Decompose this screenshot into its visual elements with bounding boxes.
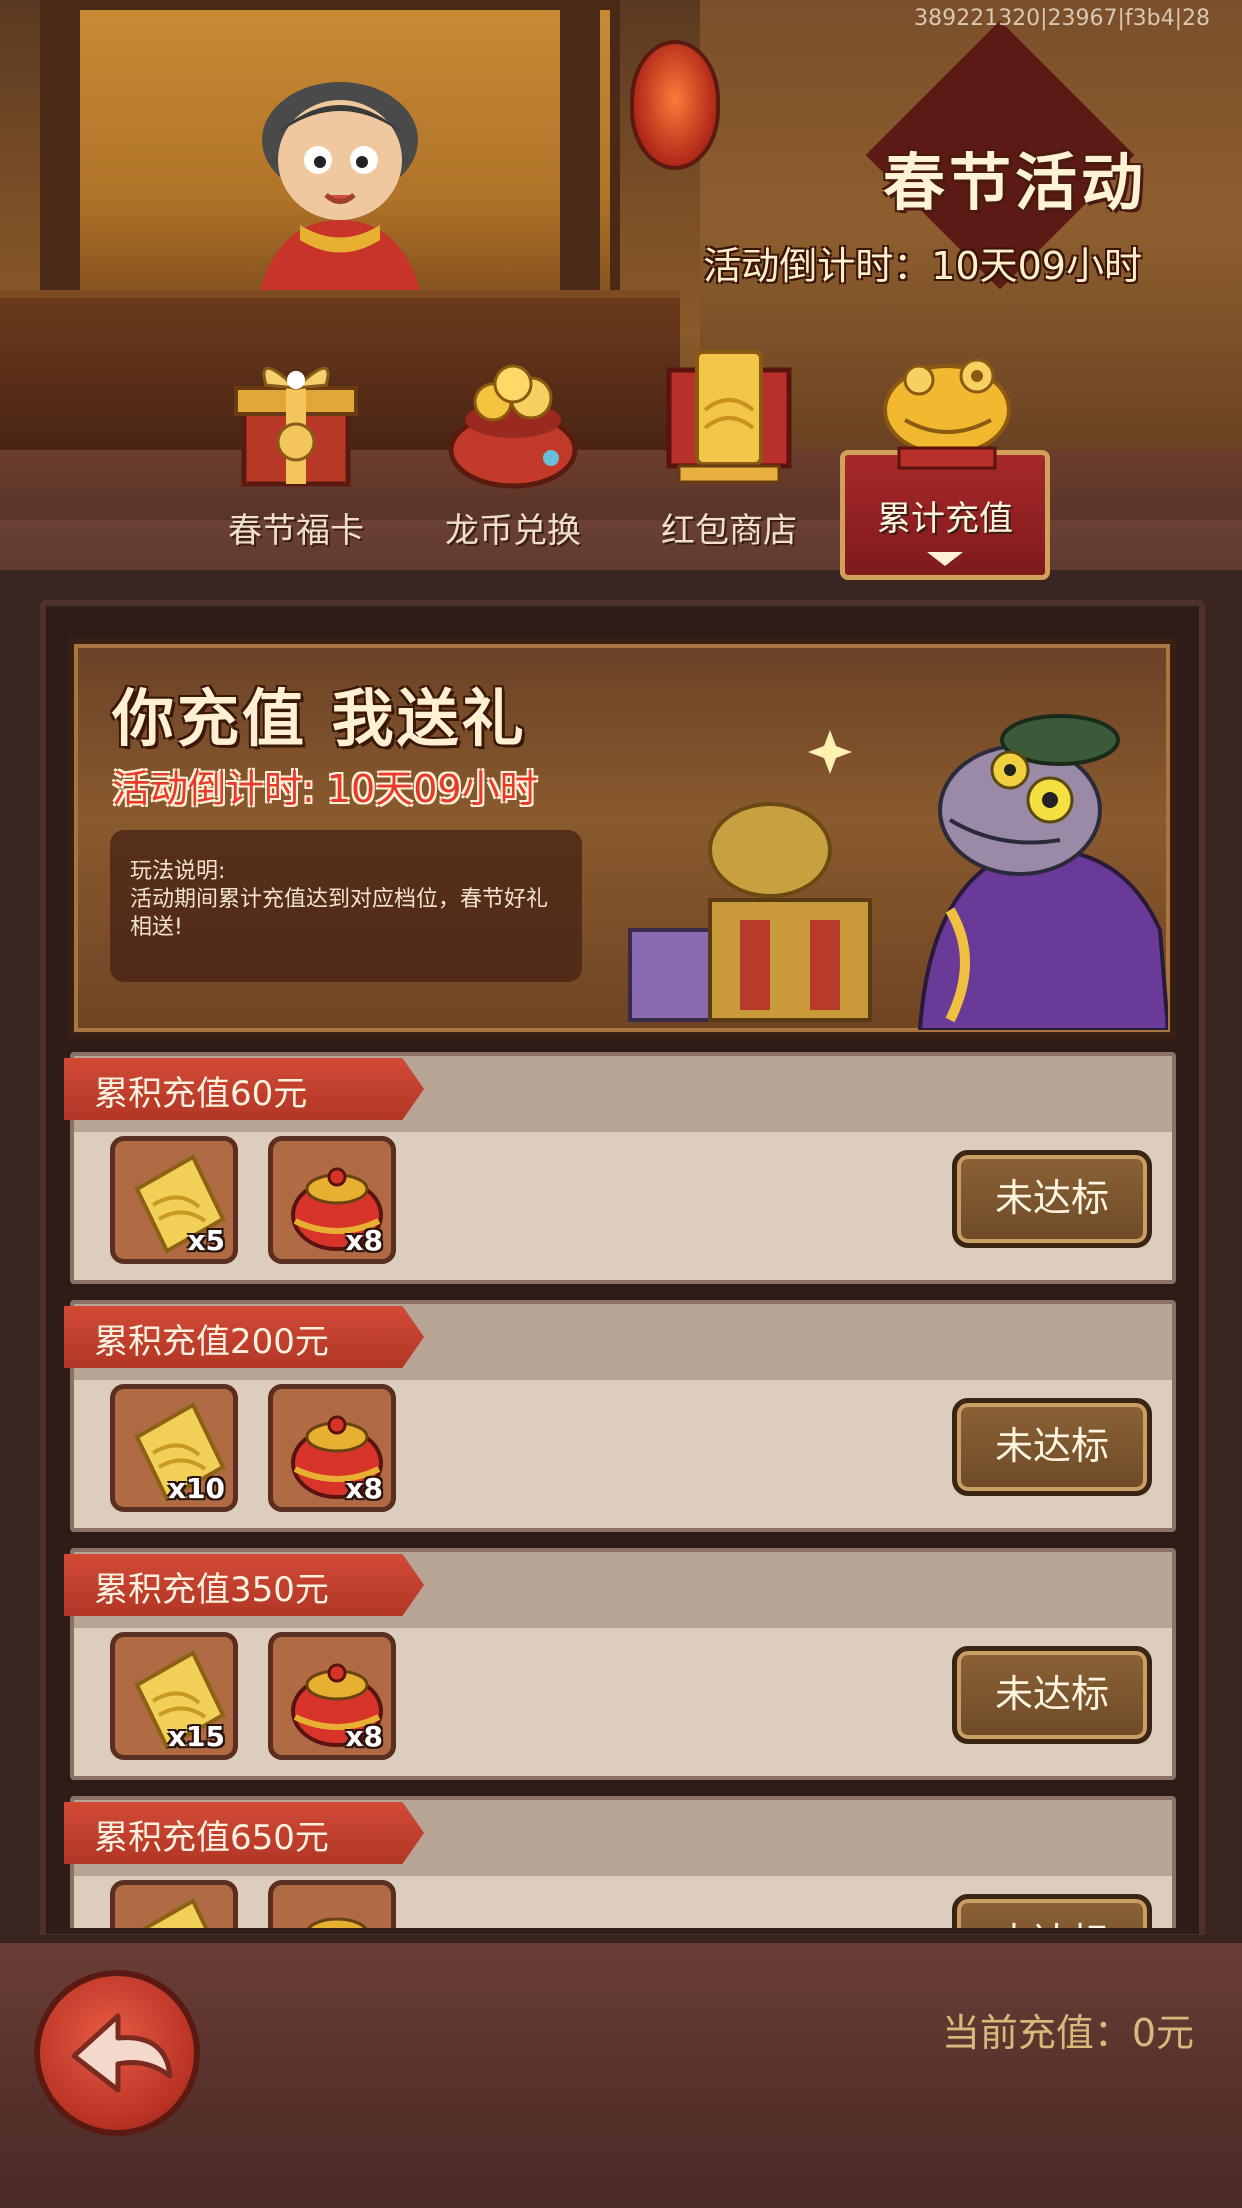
reward-item[interactable] (268, 1880, 396, 1928)
back-button[interactable] (34, 1970, 200, 2136)
red-pot-icon (307, 1917, 367, 1928)
reward-item[interactable]: x8 (268, 1632, 396, 1760)
item-count: x8 (345, 1720, 383, 1753)
reward-tier: 累积充值60元 x5 x8 未达标 (64, 1052, 1178, 1284)
reward-item[interactable]: x5 (110, 1136, 238, 1264)
gold-ingot-bag-icon (448, 364, 578, 489)
tab-label: 红包商店 (661, 511, 797, 551)
shopkeeper-character (260, 82, 420, 290)
banner-countdown: 活动倒计时: 10天09小时 (112, 767, 538, 811)
tab-label: 累计充值 (877, 499, 1013, 539)
event-countdown: 活动倒计时：10天09小时 (703, 244, 1142, 288)
reward-tier: 累积充值650元 未达标 (64, 1796, 1178, 1928)
reward-item[interactable]: x10 (110, 1384, 238, 1512)
item-count: x15 (167, 1720, 225, 1753)
tab-bar (0, 450, 1242, 570)
claim-status-button[interactable]: 未达标 (952, 1894, 1152, 1928)
tier-label: 累积充值60元 (94, 1074, 308, 1114)
claim-status-button[interactable]: 未达标 (952, 1150, 1152, 1248)
item-count: x10 (167, 1472, 225, 1505)
tab-dragon-coin-exchange[interactable]: 龙币兑换 (413, 330, 613, 570)
event-title: 春节活动 (882, 146, 1147, 219)
gold-envelope-icon (141, 1898, 209, 1928)
reward-item[interactable]: x15 (110, 1632, 238, 1760)
reward-item[interactable]: x8 (268, 1384, 396, 1512)
tab-label: 春节福卡 (228, 511, 364, 551)
tab-spring-cards[interactable]: 春节福卡 (196, 330, 396, 570)
current-recharge-amount: 当前充值：0元 (941, 2011, 1194, 2055)
lantern-icon (630, 40, 720, 170)
build-id-text: 389221320|23967|f3b4|28 (914, 6, 1210, 31)
claim-status-button[interactable]: 未达标 (952, 1646, 1152, 1744)
reward-item[interactable] (110, 1880, 238, 1928)
tab-red-envelope-shop[interactable]: 红包商店 (629, 330, 829, 570)
rules-text: 活动期间累计充值达到对应档位，春节好礼相送! (130, 887, 549, 940)
toad-merchant-illustration (628, 714, 1168, 1030)
tab-cumulative-recharge[interactable]: 累计充值 (840, 330, 1050, 580)
reward-item[interactable]: x8 (268, 1136, 396, 1264)
reward-tier-list[interactable]: 累积充值60元 x5 x8 未达标 累积充值200元 x10 x8 未达标 累积… (64, 1048, 1178, 1928)
item-count: x5 (187, 1224, 225, 1257)
item-count: x8 (345, 1224, 383, 1257)
tier-label: 累积充值200元 (94, 1322, 329, 1362)
rules-box: 玩法说明: 活动期间累计充值达到对应档位，春节好礼相送! (110, 830, 582, 982)
item-count: x8 (345, 1472, 383, 1505)
red-envelope-icon (666, 350, 792, 484)
claim-status-button[interactable]: 未达标 (952, 1398, 1152, 1496)
tab-label: 龙币兑换 (445, 511, 581, 551)
back-arrow-icon (71, 2013, 173, 2093)
tier-label: 累积充值650元 (94, 1818, 329, 1858)
banner-title: 你充值 我送礼 (112, 682, 527, 755)
rules-title: 玩法说明: (130, 859, 226, 884)
reward-tier: 累积充值200元 x10 x8 未达标 (64, 1300, 1178, 1532)
golden-toad-icon (883, 358, 1011, 470)
tier-label: 累积充值350元 (94, 1570, 329, 1610)
reward-tier: 累积充值350元 x15 x8 未达标 (64, 1548, 1178, 1780)
gift-box-icon (234, 366, 358, 487)
active-tab-caret-icon (927, 552, 963, 566)
